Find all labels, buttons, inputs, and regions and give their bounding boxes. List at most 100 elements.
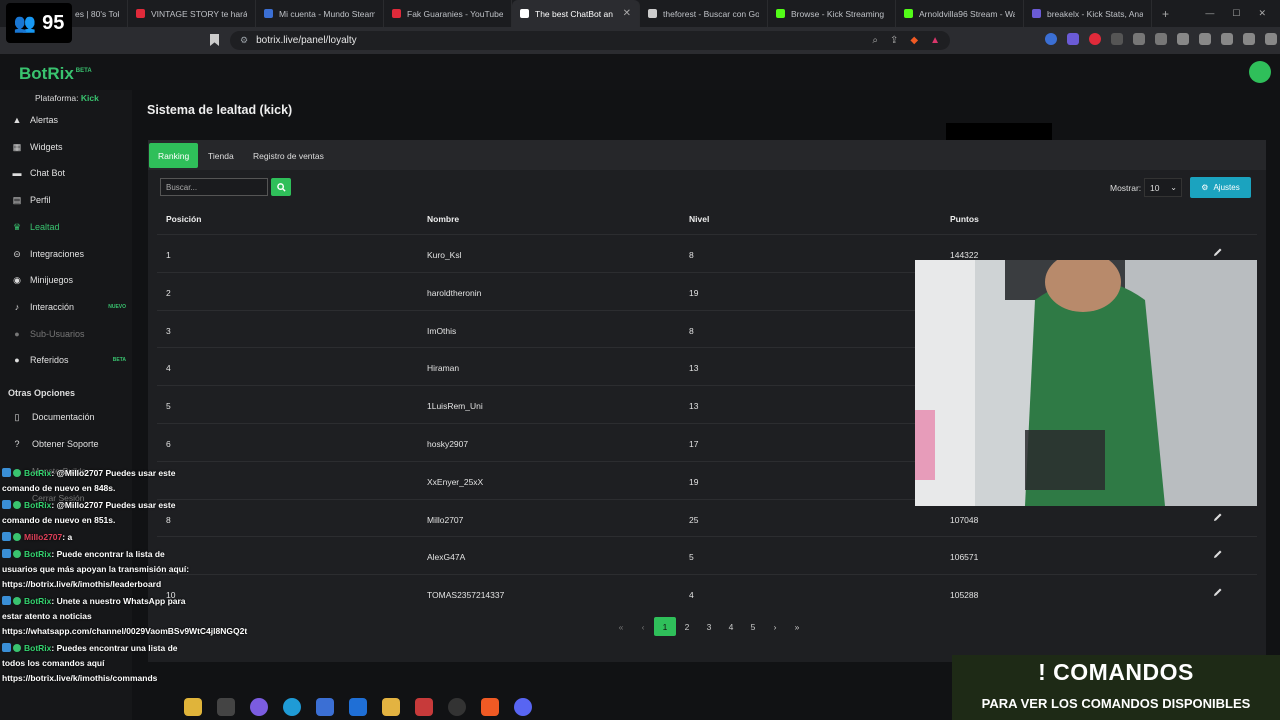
browser-tab[interactable]: breakelx - Kick Stats, Analy bbox=[1024, 0, 1152, 27]
page-size-select[interactable]: 10 ⌄ bbox=[1144, 178, 1182, 197]
edit-pencil-icon[interactable] bbox=[1213, 512, 1223, 522]
sidebar-item-integraciones[interactable]: ⊝ Integraciones bbox=[0, 242, 132, 266]
extension-icon[interactable] bbox=[1089, 33, 1101, 45]
column-header-position[interactable]: Posición bbox=[166, 214, 201, 224]
browser-tab[interactable]: Arnoldvilla96 Stream - Wa bbox=[896, 0, 1024, 27]
minimize-icon[interactable]: — bbox=[1205, 8, 1214, 19]
brave-icon[interactable] bbox=[481, 698, 499, 716]
cell-name: XxEnyer_25xX bbox=[427, 476, 484, 487]
page-button[interactable]: 1 bbox=[654, 617, 676, 636]
extension-icon[interactable] bbox=[1111, 33, 1123, 45]
commands-banner-subtitle: PARA VER LOS COMANDOS DISPONIBLES bbox=[981, 696, 1251, 711]
extension-icon[interactable] bbox=[1067, 33, 1079, 45]
browser-tab[interactable]: The best ChatBot and ✕ bbox=[512, 0, 640, 27]
page-button[interactable]: 5 bbox=[742, 617, 764, 636]
extension-icon[interactable] bbox=[1045, 33, 1057, 45]
store-icon[interactable] bbox=[316, 698, 334, 716]
sidebar-item-minijuegos[interactable]: ◉ Minijuegos bbox=[0, 268, 132, 292]
sidebar-item-widgets[interactable]: ▦ Widgets bbox=[0, 135, 132, 159]
search-input[interactable] bbox=[160, 178, 268, 196]
search-button[interactable] bbox=[271, 178, 291, 196]
page-button[interactable]: 2 bbox=[676, 617, 698, 636]
tab-title: Fak Guaranies - YouTube bbox=[407, 8, 503, 19]
logo-badge: BETA bbox=[75, 68, 92, 75]
prev-page-button[interactable]: ‹ bbox=[632, 617, 654, 636]
obs-icon[interactable] bbox=[448, 698, 466, 716]
page-button[interactable]: 3 bbox=[698, 617, 720, 636]
browser-tab[interactable]: Mi cuenta - Mundo Steam bbox=[256, 0, 384, 27]
site-info-icon[interactable]: ⚙ bbox=[240, 35, 248, 46]
close-tab-icon[interactable]: ✕ bbox=[623, 8, 631, 19]
vpn-icon[interactable] bbox=[1265, 33, 1277, 45]
copilot-icon[interactable] bbox=[184, 698, 202, 716]
bot-badge-icon bbox=[2, 549, 11, 558]
discord-icon[interactable] bbox=[514, 698, 532, 716]
file-explorer-icon[interactable] bbox=[382, 698, 400, 716]
wallet-icon[interactable] bbox=[1221, 33, 1233, 45]
browser-tab[interactable]: Browse - Kick Streaming bbox=[768, 0, 896, 27]
user-avatar[interactable] bbox=[1249, 61, 1271, 83]
zoom-icon[interactable]: ⌕ bbox=[872, 35, 878, 46]
bot-badge-icon bbox=[2, 643, 11, 652]
column-header-level[interactable]: Nivel bbox=[689, 214, 709, 224]
copilot-app-icon[interactable] bbox=[250, 698, 268, 716]
edit-pencil-icon[interactable] bbox=[1213, 587, 1223, 597]
cell-name: Kuro_Ksl bbox=[427, 250, 462, 260]
brave-rewards-icon[interactable]: ▲ bbox=[930, 35, 940, 46]
page-title: Sistema de lealtad (kick) bbox=[147, 103, 293, 117]
sidebar-item-interacci-n[interactable]: ♪ Interacción NUEVO bbox=[0, 295, 132, 319]
sidebar-item-sub-usuarios[interactable]: ● Sub-Usuarios bbox=[0, 322, 132, 346]
sidebar-icon[interactable] bbox=[1199, 33, 1211, 45]
column-header-name[interactable]: Nombre bbox=[427, 214, 459, 224]
bookmark-icon[interactable] bbox=[210, 34, 219, 46]
maximize-icon[interactable]: ☐ bbox=[1232, 8, 1240, 19]
cell-level: 8 bbox=[689, 250, 694, 260]
sidebar-item-alertas[interactable]: ▲ Alertas bbox=[0, 108, 132, 132]
sidebar-item-documentaci-n[interactable]: ▯ Documentación bbox=[0, 405, 132, 429]
first-page-button[interactable]: « bbox=[610, 617, 632, 636]
tab-ranking[interactable]: Ranking bbox=[149, 143, 199, 168]
extensions-bar bbox=[1045, 33, 1280, 45]
last-page-button[interactable]: » bbox=[786, 617, 808, 636]
sidebar-badge: NUEVO bbox=[108, 303, 126, 310]
app-header bbox=[0, 54, 1280, 90]
browser-tab[interactable]: theforest - Buscar con Go bbox=[640, 0, 768, 27]
next-page-button[interactable]: › bbox=[764, 617, 786, 636]
task-view-icon[interactable] bbox=[217, 698, 235, 716]
settings-button[interactable]: ⚙ Ajustes bbox=[1190, 177, 1251, 198]
brave-shield-icon[interactable]: ◆ bbox=[910, 35, 918, 46]
sidebar-item-label: Minijuegos bbox=[30, 275, 74, 286]
column-header-points[interactable]: Puntos bbox=[950, 214, 979, 224]
outlook-icon[interactable] bbox=[349, 698, 367, 716]
sidebar-item-perfil[interactable]: ▤ Perfil bbox=[0, 188, 132, 212]
chat-username: BotRix bbox=[24, 468, 52, 478]
edit-pencil-icon[interactable] bbox=[1213, 549, 1223, 559]
tab-title: The best ChatBot and bbox=[535, 8, 613, 19]
edge-icon[interactable] bbox=[283, 698, 301, 716]
bot-badge-icon bbox=[2, 500, 11, 509]
sidebar-item-chat-bot[interactable]: ▬ Chat Bot bbox=[0, 161, 132, 185]
browser-tab[interactable]: VINTAGE STORY te hará re bbox=[128, 0, 256, 27]
browser-tab[interactable]: Fak Guaranies - YouTube bbox=[384, 0, 512, 27]
table-row: AlexG47A 5 106571 bbox=[157, 536, 1257, 574]
tab-favicon-icon bbox=[392, 9, 401, 18]
page-button[interactable]: 4 bbox=[720, 617, 742, 636]
leo-icon[interactable] bbox=[1243, 33, 1255, 45]
edit-pencil-icon[interactable] bbox=[1213, 247, 1223, 257]
app-icon[interactable] bbox=[415, 698, 433, 716]
tab-favicon-icon bbox=[264, 9, 273, 18]
music-icon[interactable] bbox=[1177, 33, 1189, 45]
tab-tienda[interactable]: Tienda bbox=[199, 143, 243, 168]
sidebar-item-obtener-soporte[interactable]: ? Obtener Soporte bbox=[0, 432, 132, 456]
screenshot-icon[interactable] bbox=[1155, 33, 1167, 45]
puzzle-icon[interactable] bbox=[1133, 33, 1145, 45]
new-tab-button[interactable]: + bbox=[1152, 7, 1179, 21]
sidebar-item-referidos[interactable]: ● Referidos BETA bbox=[0, 348, 132, 372]
address-bar[interactable]: ⚙ botrix.live/panel/loyalty ⌕ ⇪ ◆ ▲ bbox=[230, 31, 950, 50]
tab-registro-ventas[interactable]: Registro de ventas bbox=[244, 143, 333, 168]
sidebar-item-lealtad[interactable]: ♛ Lealtad bbox=[0, 215, 132, 239]
share-icon[interactable]: ⇪ bbox=[890, 35, 898, 46]
close-window-icon[interactable]: ✕ bbox=[1258, 8, 1266, 19]
platform-value: Kick bbox=[80, 93, 99, 103]
app-logo[interactable]: BotRix BETA bbox=[19, 64, 92, 84]
